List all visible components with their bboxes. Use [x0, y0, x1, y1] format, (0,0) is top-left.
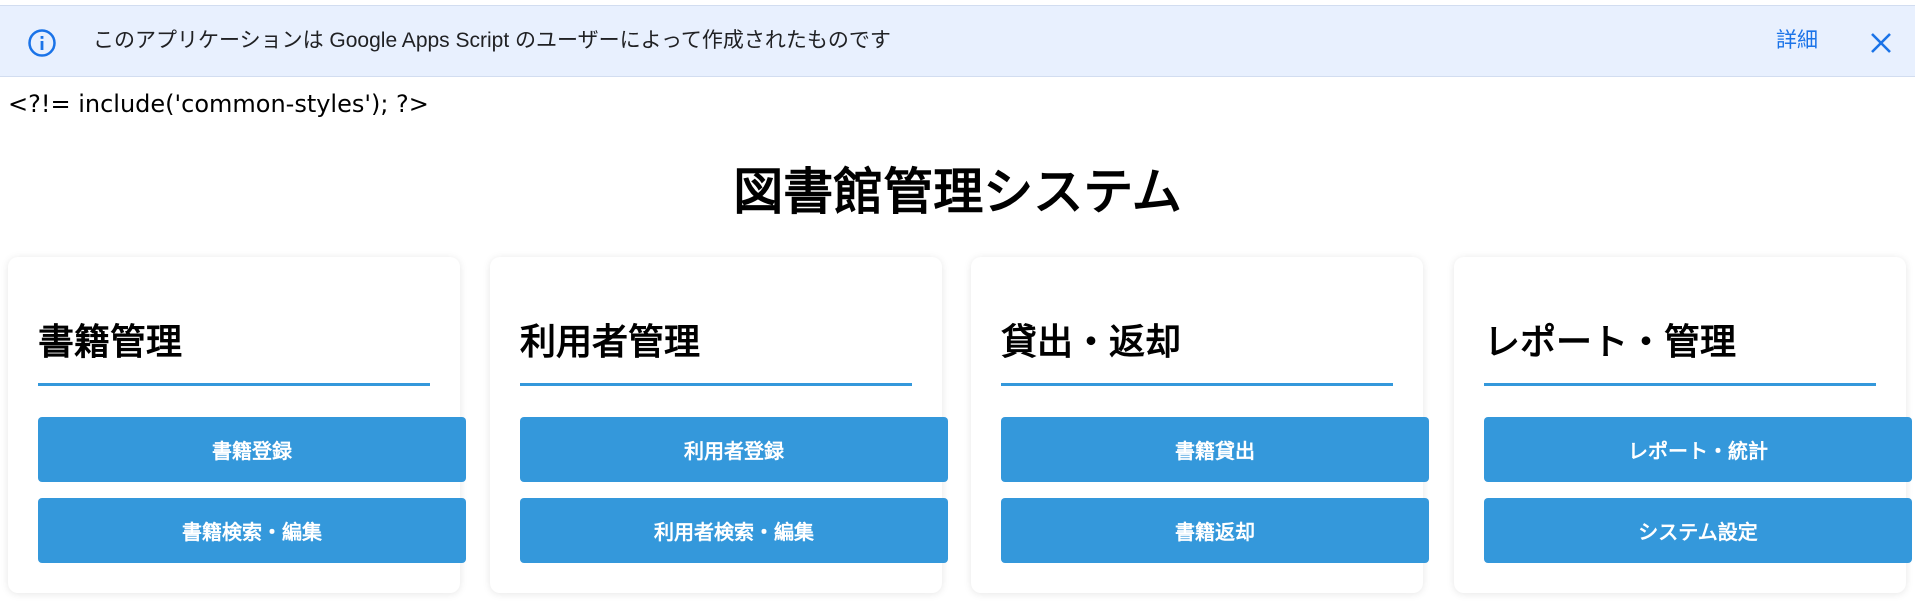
- menu-cards: 書籍管理 書籍登録 書籍検索・編集 利用者管理 利用者登録 利用者検索・編集 貸…: [0, 257, 1915, 597]
- report-statistics-button[interactable]: レポート・統計: [1484, 417, 1912, 482]
- gas-info-banner: このアプリケーションは Google Apps Script のユーザーによって…: [0, 5, 1915, 77]
- system-settings-button[interactable]: システム設定: [1484, 498, 1912, 563]
- close-icon[interactable]: [1868, 30, 1894, 56]
- user-register-button[interactable]: 利用者登録: [520, 417, 948, 482]
- card-title: レポート・管理: [1484, 322, 1737, 363]
- info-icon: [28, 29, 56, 57]
- book-lend-button[interactable]: 書籍貸出: [1001, 417, 1429, 482]
- book-return-button[interactable]: 書籍返却: [1001, 498, 1429, 563]
- book-register-button[interactable]: 書籍登録: [38, 417, 466, 482]
- card-title: 書籍管理: [38, 322, 183, 363]
- page-title: 図書館管理システム: [733, 163, 1182, 221]
- card-lending-return: 貸出・返却 書籍貸出 書籍返却: [971, 257, 1429, 593]
- include-directive-text: <?!= include('common-styles'); ?>: [8, 90, 429, 118]
- card-title: 貸出・返却: [1001, 322, 1182, 363]
- user-search-edit-button[interactable]: 利用者検索・編集: [520, 498, 948, 563]
- card-title: 利用者管理: [520, 322, 701, 363]
- card-book-management: 書籍管理 書籍登録 書籍検索・編集: [8, 257, 466, 593]
- card-divider: [1484, 383, 1876, 386]
- card-report-admin: レポート・管理 レポート・統計 システム設定: [1454, 257, 1912, 593]
- card-user-management: 利用者管理 利用者登録 利用者検索・編集: [490, 257, 948, 593]
- details-link[interactable]: 詳細: [1776, 6, 1818, 76]
- card-divider: [1001, 383, 1393, 386]
- banner-message: このアプリケーションは Google Apps Script のユーザーによって…: [93, 29, 891, 52]
- book-search-edit-button[interactable]: 書籍検索・編集: [38, 498, 466, 563]
- card-divider: [520, 383, 912, 386]
- card-divider: [38, 383, 430, 386]
